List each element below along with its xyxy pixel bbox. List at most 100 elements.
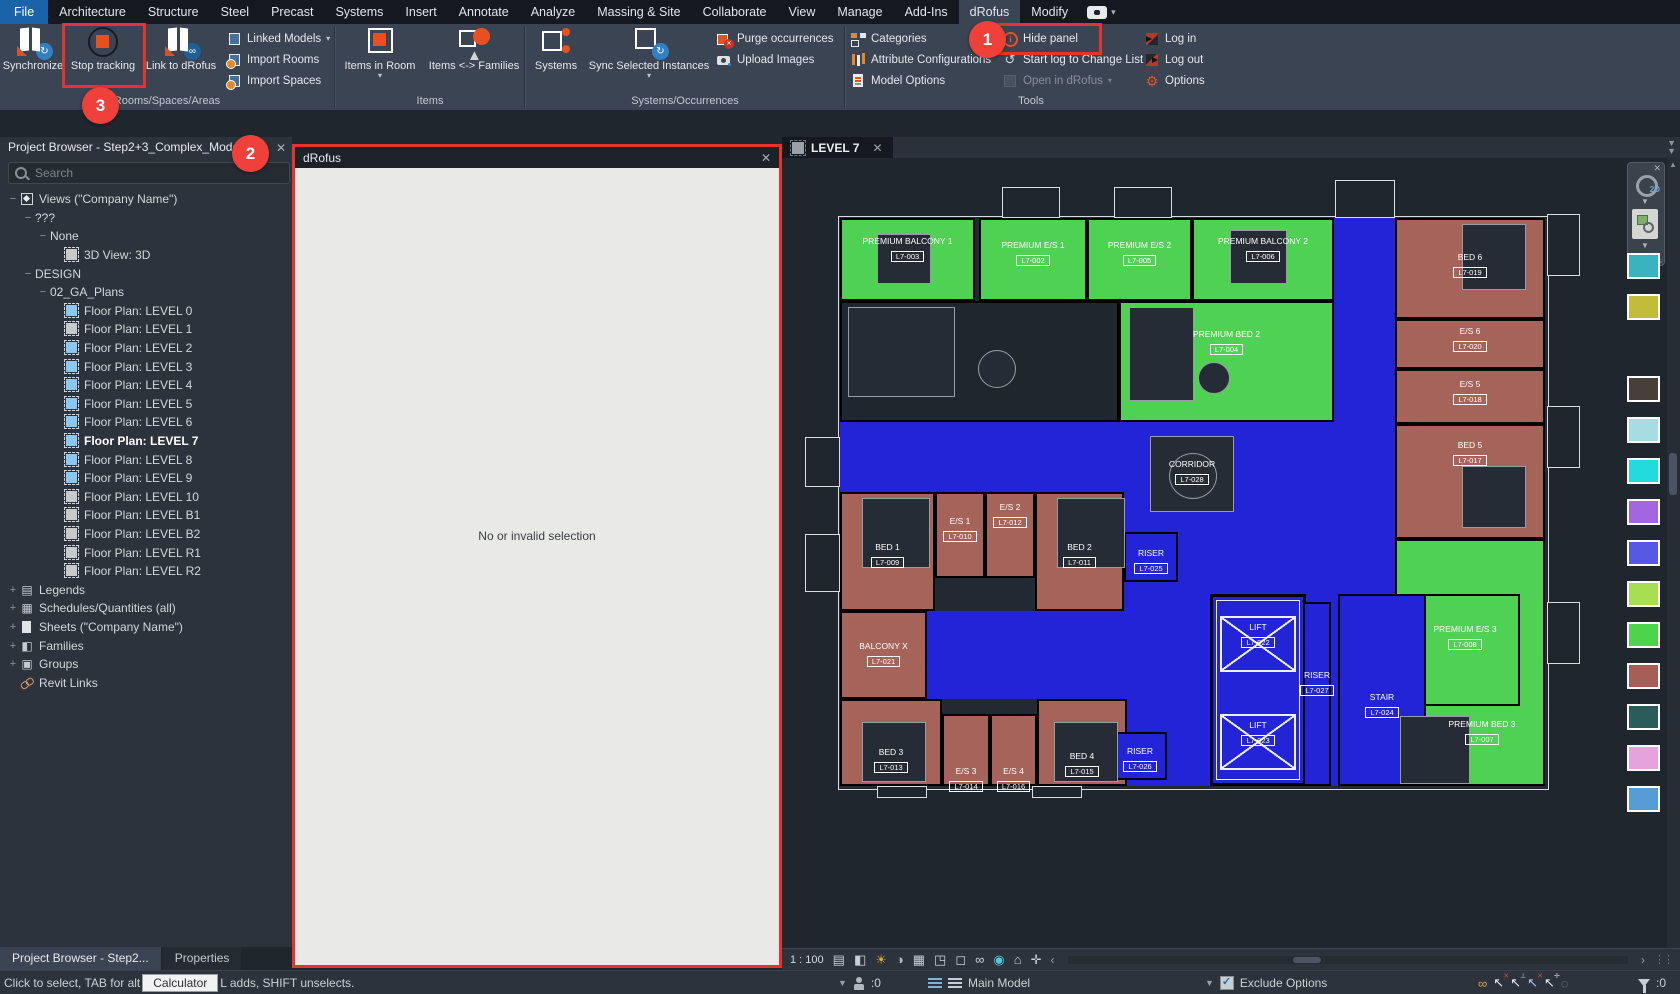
select-constraints-icon[interactable]: ↖✕ [1527, 975, 1538, 991]
tree-item-floor-plan-level-r2[interactable]: Floor Plan: LEVEL R2 [0, 562, 290, 581]
scroll-right-icon[interactable]: › [1641, 953, 1645, 967]
tree-item-floor-plan-level-b1[interactable]: Floor Plan: LEVEL B1 [0, 506, 290, 525]
chevron-down-icon[interactable]: ▾ [1111, 7, 1116, 18]
menu-tab-precast[interactable]: Precast [260, 0, 324, 24]
drawing-area[interactable]: LEVEL 7 ✕ ▼▼ PREMIUM BALCONY 1L7-003PREM… [782, 137, 1680, 970]
ribbon-button-hide-panel[interactable]: Hide panel [998, 28, 1140, 49]
ribbon-button-purge-occurrences[interactable]: Purge occurrences [712, 28, 844, 49]
tree-item-3d-view-3d[interactable]: 3D View: 3D [0, 246, 290, 265]
menu-tab-annotate[interactable]: Annotate [448, 0, 520, 24]
color-swatch-3[interactable] [1627, 376, 1660, 402]
drofus-panel-titlebar[interactable]: dRofus ✕ [295, 147, 779, 168]
ribbon-button-items-families[interactable]: ▲Items <-> Families [424, 24, 524, 72]
tree-item-families[interactable]: +◧Families [0, 636, 290, 655]
pan-zoom-icon[interactable]: ✛ [1031, 950, 1042, 970]
ribbon-button-import-rooms[interactable]: Import Rooms [222, 49, 334, 70]
tree-item-revit-links[interactable]: Revit Links [0, 673, 290, 692]
menu-tab-add-ins[interactable]: Add-Ins [894, 0, 959, 24]
spinner-icon[interactable]: ◌ [1561, 976, 1569, 991]
close-icon[interactable]: ✕ [276, 141, 286, 155]
tree-item-[interactable]: −??? [0, 209, 290, 228]
tree-expander-icon[interactable]: + [6, 621, 20, 633]
resize-grip-icon[interactable]: ⋮⋮ [1654, 953, 1672, 966]
visual-style-icon[interactable]: ◧ [854, 950, 866, 970]
color-swatch-11[interactable] [1627, 704, 1660, 730]
scrollbar-thumb[interactable] [1293, 957, 1321, 963]
menu-tab-systems[interactable]: Systems [324, 0, 394, 24]
menu-tab-massing-site[interactable]: Massing & Site [586, 0, 691, 24]
select-underlay-icon[interactable]: ↖✕ [1493, 975, 1504, 991]
tree-item-schedules-quantities-all[interactable]: +▦Schedules/Quantities (all) [0, 599, 290, 618]
menu-tab-file[interactable]: File [0, 0, 48, 24]
room-e-s-1-l7-010[interactable]: E/S 1L7-010 [935, 492, 985, 578]
menu-tab-steel[interactable]: Steel [210, 0, 261, 24]
tree-item-floor-plan-level-4[interactable]: Floor Plan: LEVEL 4 [0, 376, 290, 395]
color-swatch-10[interactable] [1627, 663, 1660, 689]
view-scale[interactable]: 1 : 100 [790, 954, 824, 966]
room-premium-e-s-1-l7-002[interactable]: PREMIUM E/S 1L7-002 [979, 218, 1087, 301]
menu-tab-collaborate[interactable]: Collaborate [692, 0, 778, 24]
color-swatch-6[interactable] [1627, 499, 1660, 525]
ribbon-button-options[interactable]: Options [1140, 70, 1216, 91]
close-icon[interactable]: ✕ [761, 151, 771, 165]
chevron-down-icon[interactable]: ▼ [1641, 197, 1649, 206]
room-riser-l7-027[interactable]: RISERL7-027 [1303, 602, 1331, 786]
tree-item-floor-plan-level-9[interactable]: Floor Plan: LEVEL 9 [0, 469, 290, 488]
color-swatch-13[interactable] [1627, 786, 1660, 812]
select-pinned-icon[interactable]: ↖⊥ [1510, 975, 1521, 991]
crop-view-icon[interactable]: ▦ [913, 950, 925, 970]
tree-item-floor-plan-level-7[interactable]: Floor Plan: LEVEL 7 [0, 432, 290, 451]
tree-expander-icon[interactable]: − [36, 286, 50, 298]
tree-item-design[interactable]: −DESIGN [0, 264, 290, 283]
color-swatch-4[interactable] [1627, 417, 1660, 443]
drag-on-selection-icon[interactable]: ↖✛ [1544, 975, 1555, 991]
tree-item-floor-plan-level-3[interactable]: Floor Plan: LEVEL 3 [0, 357, 290, 376]
editable-only-icon[interactable] [928, 977, 942, 989]
menu-tab-view[interactable]: View [778, 0, 827, 24]
ribbon-button-import-spaces[interactable]: Import Spaces [222, 70, 334, 91]
chevron-down-icon[interactable]: ▼ [1205, 978, 1214, 988]
show-crop-region-icon[interactable]: ◳ [934, 950, 946, 970]
ribbon-button-synchronize[interactable]: ↻Synchronize [0, 24, 66, 72]
room-e-s-3-l7-014[interactable]: E/S 3L7-014 [942, 714, 990, 786]
navigation-bar[interactable]: ✕ 2D ▼ ▼ ≡ [1627, 162, 1665, 266]
ribbon-button-systems[interactable]: Systems [526, 24, 586, 72]
temporary-view-properties-icon[interactable]: ◉ [993, 950, 1004, 970]
tree-item-views-company-name[interactable]: −Views ("Company Name") [0, 190, 290, 209]
ribbon-button-start-log-to-change-list[interactable]: Start log to Change List [998, 49, 1140, 70]
menu-tab-manage[interactable]: Manage [826, 0, 893, 24]
worksharing-display-icon[interactable]: ⌂ [1014, 950, 1022, 970]
color-swatch-9[interactable] [1627, 622, 1660, 648]
room-premium-e-s-2-l7-005[interactable]: PREMIUM E/S 2L7-005 [1087, 218, 1192, 301]
tree-expander-icon[interactable]: − [21, 212, 35, 224]
menu-tab-modify[interactable]: Modify [1020, 0, 1079, 24]
tree-item-floor-plan-level-10[interactable]: Floor Plan: LEVEL 10 [0, 488, 290, 507]
ribbon-button-log-out[interactable]: Log out [1140, 49, 1216, 70]
reveal-hidden-elements-icon[interactable]: ∞ [975, 950, 984, 970]
menu-tab-structure[interactable]: Structure [137, 0, 210, 24]
zoom-tool-icon[interactable] [1632, 209, 1658, 239]
room-riser-l7-026[interactable]: RISERL7-026 [1113, 732, 1167, 780]
chevron-down-icon[interactable]: ▼ [1641, 241, 1649, 250]
tree-item-floor-plan-level-1[interactable]: Floor Plan: LEVEL 1 [0, 320, 290, 339]
quick-view-control[interactable]: ▾ [1079, 0, 1124, 24]
shadows-icon[interactable]: ◑ [896, 950, 904, 970]
scroll-left-icon[interactable]: ‹ [1051, 953, 1055, 967]
active-workset-icon[interactable] [853, 976, 865, 990]
ribbon-button-log-in[interactable]: Log in [1140, 28, 1216, 49]
tree-expander-icon[interactable]: + [6, 640, 20, 652]
room-e-s-6-l7-020[interactable]: E/S 6L7-020 [1395, 319, 1545, 369]
design-options-icon[interactable] [948, 977, 962, 989]
horizontal-scrollbar[interactable] [1068, 956, 1628, 964]
tree-item-floor-plan-level-b2[interactable]: Floor Plan: LEVEL B2 [0, 525, 290, 544]
room-lift-l7-022[interactable]: LIFTL7-022 [1220, 616, 1296, 672]
tree-item-floor-plan-level-r1[interactable]: Floor Plan: LEVEL R1 [0, 543, 290, 562]
tree-item-02-ga-plans[interactable]: −02_GA_Plans [0, 283, 290, 302]
tree-item-none[interactable]: −None [0, 227, 290, 246]
tree-expander-icon[interactable]: − [21, 268, 35, 280]
room-lift-l7-023[interactable]: LIFTL7-023 [1220, 714, 1296, 770]
search-input[interactable] [33, 165, 257, 181]
tree-item-legends[interactable]: +▤Legends [0, 580, 290, 599]
ribbon-button-stop-tracking[interactable]: Stop tracking [66, 24, 140, 72]
scroll-up-icon[interactable]: ▲ [1669, 160, 1677, 169]
